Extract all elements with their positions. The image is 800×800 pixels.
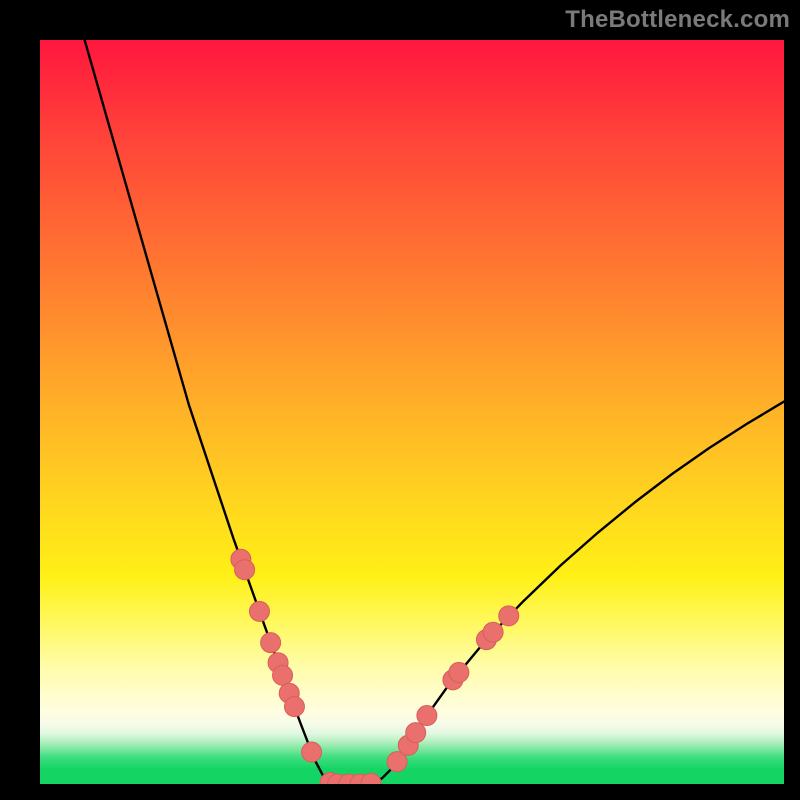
- chart-svg: [40, 40, 784, 784]
- data-dot: [273, 665, 293, 685]
- data-dot: [261, 633, 281, 653]
- watermark-text: TheBottleneck.com: [565, 6, 790, 34]
- data-dot: [499, 606, 519, 626]
- chart-frame: TheBottleneck.com: [0, 0, 800, 800]
- bottleneck-curve: [85, 40, 784, 784]
- data-dot: [483, 622, 503, 642]
- plot-area: [40, 40, 784, 784]
- data-dot: [249, 601, 269, 621]
- data-dot: [235, 560, 255, 580]
- data-dot: [284, 697, 304, 717]
- data-dot: [302, 742, 322, 762]
- data-dot: [449, 662, 469, 682]
- data-dot: [406, 723, 426, 743]
- data-dot: [417, 706, 437, 726]
